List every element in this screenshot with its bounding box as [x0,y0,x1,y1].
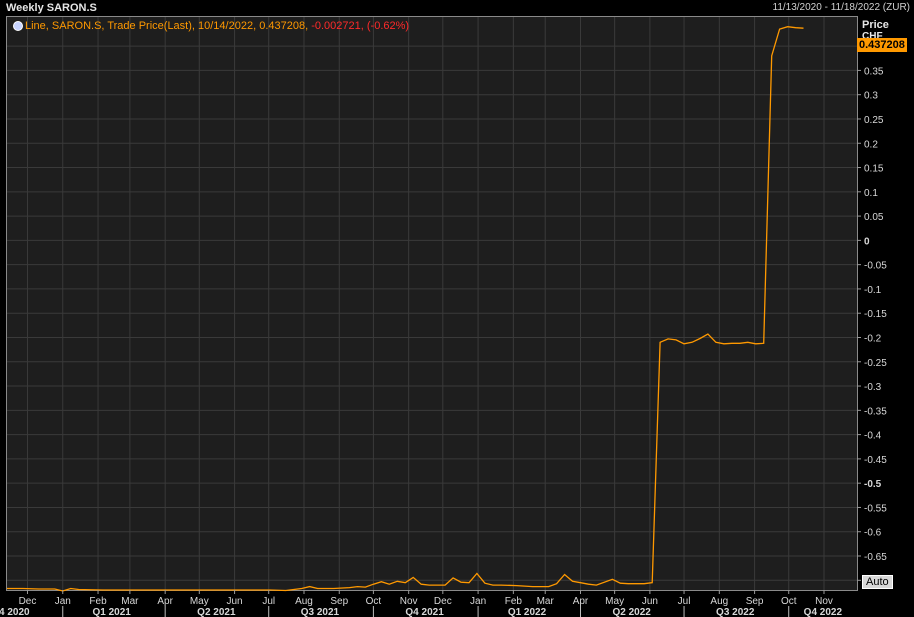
quarter-label: Q4 2021 [405,607,444,617]
y-tick-label: -0.5 [864,479,882,490]
y-tick-label: 0.25 [864,115,884,126]
quarter-label: Q2 2022 [613,607,652,617]
y-tick-label: 0.35 [864,66,884,77]
x-tick-label: Jan [470,596,486,607]
y-tick-label: -0.3 [864,382,882,393]
x-tick-label: Aug [710,596,728,607]
y-tick-label: -0.55 [864,503,887,514]
quarter-label: Q3 2021 [301,607,340,617]
x-tick-label: Mar [537,596,555,607]
y-tick-label: -0.25 [864,358,887,369]
x-tick-label: Dec [19,596,37,607]
x-tick-label: Jun [642,596,658,607]
x-tick-label: Jul [262,596,275,607]
y-axis: 0.40.350.30.250.20.150.10.050-0.05-0.1-0… [857,42,887,587]
x-tick-label: May [190,596,209,607]
y-tick-label: -0.35 [864,406,887,417]
x-tick-label: Jan [55,596,71,607]
y-tick-label: 0.2 [864,139,878,150]
y-tick-label: -0.65 [864,552,887,563]
legend-price: 0.437208, [259,20,309,32]
x-tick-label: Dec [434,596,452,607]
y-tick-label: -0.15 [864,309,887,320]
chart-svg: 0.40.350.30.250.20.150.10.050-0.05-0.1-0… [0,17,887,617]
y-tick-label: -0.05 [864,261,887,272]
y-tick-label: -0.45 [864,455,887,466]
y-tick-label: -0.4 [864,431,882,442]
y-tick-label: 0.1 [864,188,878,199]
y-tick-label: 0.15 [864,164,884,175]
x-tick-label: May [605,596,624,607]
y-tick-label: 0.3 [864,91,878,102]
quarter-label: Q3 2022 [716,607,755,617]
quarter-label: Q1 2021 [92,607,131,617]
x-tick-label: Nov [815,596,833,607]
last-price-badge: 0.437208 [857,38,907,52]
clock-icon[interactable] [13,21,23,31]
x-tick-label: Apr [157,596,173,607]
y-tick-label: 0.05 [864,212,884,223]
quarter-label: Q4 2022 [804,607,843,617]
y-tick-label: -0.2 [864,333,882,344]
x-tick-label: Apr [573,596,589,607]
x-tick-label: Feb [505,596,523,607]
y-tick-label: -0.6 [864,528,882,539]
quarter-label: Q4 2020 [0,607,30,617]
x-tick-label: Jun [227,596,243,607]
legend-prefix: Line, SARON.S, Trade Price(Last), [25,20,195,32]
legend-date: 10/14/2022, [198,20,257,32]
y-tick-label: 0 [864,236,870,247]
x-tick-label: Nov [400,596,418,607]
auto-scale-button[interactable]: Auto [862,575,893,589]
x-tick-label: Jul [678,596,691,607]
x-tick-label: Mar [121,596,139,607]
x-tick-label: Sep [746,596,764,607]
x-tick-label: Feb [89,596,107,607]
legend[interactable]: Line, SARON.S, Trade Price(Last), 10/14/… [13,20,409,32]
x-tick-label: Sep [330,596,348,607]
x-tick-label: Oct [781,596,797,607]
quarter-label: Q2 2021 [197,607,236,617]
quarter-label: Q1 2022 [508,607,547,617]
legend-change-pct: (-0.62%) [366,20,410,32]
y-tick-label: -0.1 [864,285,882,296]
x-tick-label: Oct [366,596,382,607]
grid-lines [7,17,857,590]
legend-change: -0.002721, [311,20,364,32]
x-tick-label: Aug [295,596,313,607]
x-axis: Dec Jan Feb Mar Apr May Jun Jul Aug Sep Oct Nov Dec J… [0,590,842,617]
price-axis-label: Price [862,19,889,31]
